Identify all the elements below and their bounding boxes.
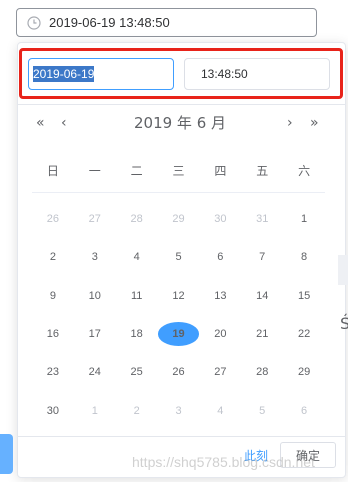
calendar-day-grid: 26 27 28 29 30 31 1 2 3 4 5 6 7 8 9 10 11 12 13 14 15 16 17 18 1… [32,200,325,430]
watermark: https://shq5785.blog.csdn.net [132,454,315,470]
calendar-day[interactable]: 29 [283,360,325,384]
calendar-day[interactable]: 30 [32,399,74,423]
datetime-value: 2019-06-19 13:48:50 [49,15,170,30]
next-month-button[interactable]: › [287,114,293,132]
weekday-label: 五 [256,164,269,178]
calendar-day[interactable]: 12 [158,284,200,308]
calendar-day[interactable]: 6 [199,245,241,269]
calendar-day[interactable]: 6 [283,399,325,423]
calendar-day[interactable]: 11 [116,284,158,308]
time-field[interactable]: 13:48:50 [184,58,330,90]
prev-year-button[interactable]: « [36,114,45,132]
calendar-day[interactable]: 4 [116,245,158,269]
calendar-day[interactable]: 28 [241,360,283,384]
weekday-label: 一 [88,164,101,178]
panel-divider [18,104,345,105]
calendar-day[interactable]: 28 [116,207,158,231]
calendar-day[interactable]: 15 [283,284,325,308]
calendar-day[interactable]: 13 [199,284,241,308]
calendar-day[interactable]: 2 [116,399,158,423]
calendar-day[interactable]: 9 [32,284,74,308]
date-field[interactable]: 2019-06-19 [28,58,174,90]
calendar-header-title: 2019 年 6 月 [133,114,227,132]
calendar-day[interactable]: 23 [32,360,74,384]
calendar-day-selected[interactable]: 19 [157,322,200,347]
calendar-week-row: 2345678 [32,238,325,276]
calendar-week-row: 30 1 2 3 4 5 6 [32,391,325,429]
calendar-day[interactable]: 16 [32,322,74,346]
calendar-day[interactable]: 26 [158,360,200,384]
weekday-label: 四 [214,164,227,178]
calendar-day[interactable]: 22 [283,322,325,346]
date-field-selected-text: 2019-06-19 [33,66,95,82]
calendar-day[interactable]: 29 [158,207,200,231]
calendar-week-row: 26 27 28 29 30 31 1 [32,200,325,238]
calendar-day[interactable]: 7 [241,245,283,269]
prev-month-button[interactable]: ‹ [61,114,67,132]
calendar-day[interactable]: 18 [116,322,158,346]
calendar-day[interactable]: 27 [199,360,241,384]
calendar-day[interactable]: 1 [74,399,116,423]
calendar-day[interactable]: 5 [158,245,200,269]
calendar-day[interactable]: 26 [32,207,74,231]
weekday-divider [32,192,325,193]
weekday-label: 二 [130,164,143,178]
calendar-day[interactable]: 21 [241,322,283,346]
datetime-input[interactable]: 2019-06-19 13:48:50 [16,8,317,37]
clock-icon [27,15,41,30]
calendar-day[interactable]: 8 [283,245,325,269]
calendar-day[interactable]: 24 [74,360,116,384]
calendar-day[interactable]: 14 [241,284,283,308]
calendar-day[interactable]: 10 [74,284,116,308]
calendar-week-row: 16 17 18 19 20 21 22 [32,315,325,353]
calendar-day[interactable]: 3 [158,399,200,423]
calendar-day[interactable]: 20 [199,322,241,346]
calendar-day[interactable]: 3 [74,245,116,269]
selected-day-marker: 19 [157,322,200,347]
calendar-week-row: 23 24 25 26 27 28 29 [32,353,325,391]
calendar-day[interactable]: 1 [283,207,325,231]
next-year-button[interactable]: » [310,114,319,132]
calendar-day[interactable]: 27 [74,207,116,231]
calendar-day[interactable]: 31 [241,207,283,231]
side-tab [0,434,13,474]
calendar-day[interactable]: 2 [32,245,74,269]
calendar-day[interactable]: 5 [241,399,283,423]
calendar-day[interactable]: 30 [199,207,241,231]
weekday-header: 日 一 二 三 四 五 六 [32,162,325,179]
weekday-label: 日 [46,164,59,178]
footer-divider [18,436,345,437]
background-element [338,255,348,285]
weekday-label: 六 [298,164,311,178]
weekday-label: 三 [172,164,185,178]
calendar-day[interactable]: 4 [199,399,241,423]
calendar-day[interactable]: 25 [116,360,158,384]
calendar-day[interactable]: 17 [74,322,116,346]
calendar-week-row: 9 10 11 12 13 14 15 [32,277,325,315]
background-text: Ś [340,314,348,333]
